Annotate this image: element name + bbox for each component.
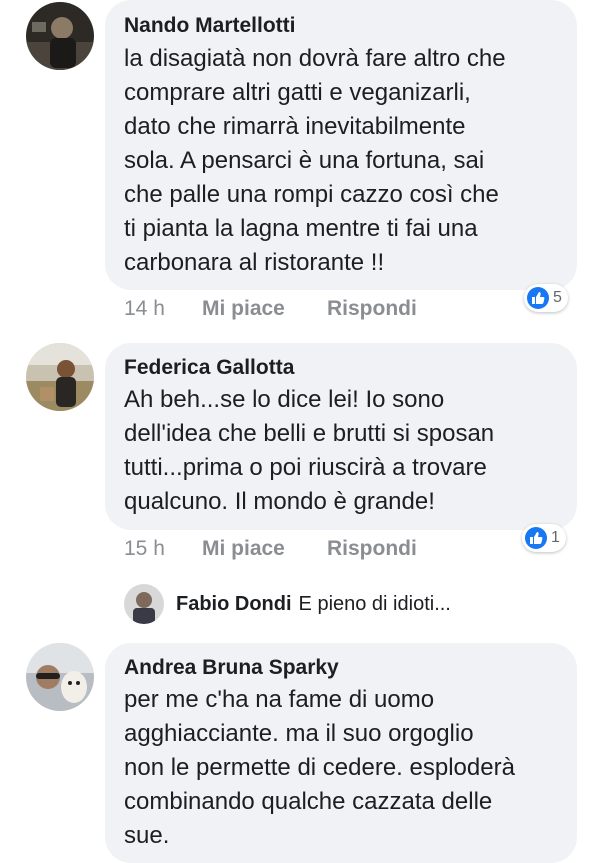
comment-text: Ah beh...se lo dice lei! Io sono dell'id… xyxy=(124,386,495,515)
reaction-count: 1 xyxy=(551,529,560,546)
like-icon xyxy=(525,527,547,549)
avatar[interactable] xyxy=(26,2,94,70)
comment-time[interactable]: 14 h xyxy=(124,297,165,321)
reaction-count: 5 xyxy=(553,289,562,306)
comment-author[interactable]: Nando Martellotti xyxy=(124,14,296,38)
comment-text: la disagiatà non dovrà fare altro che co… xyxy=(124,45,506,276)
reaction-summary[interactable]: 1 xyxy=(522,524,566,552)
comment-time[interactable]: 15 h xyxy=(124,537,165,561)
comment-author[interactable]: Andrea Bruna Sparky xyxy=(124,656,339,680)
reply-preview[interactable]: Fabio Dondi E pieno di idioti... xyxy=(124,584,451,624)
like-icon xyxy=(527,287,549,309)
avatar[interactable] xyxy=(124,584,164,624)
like-button[interactable]: Mi piace xyxy=(202,537,285,561)
reply-text: E pieno di idioti... xyxy=(298,592,451,615)
reply-button[interactable]: Rispondi xyxy=(327,297,417,321)
reply-author[interactable]: Fabio Dondi xyxy=(176,593,292,616)
like-button[interactable]: Mi piace xyxy=(202,297,285,321)
avatar[interactable] xyxy=(26,343,94,411)
reaction-summary[interactable]: 5 xyxy=(524,284,568,312)
comment-text: per me c'ha na fame di uomo agghiacciant… xyxy=(124,686,515,849)
reply-button[interactable]: Rispondi xyxy=(327,537,417,561)
comment-author[interactable]: Federica Gallotta xyxy=(124,356,294,380)
avatar[interactable] xyxy=(26,643,94,711)
